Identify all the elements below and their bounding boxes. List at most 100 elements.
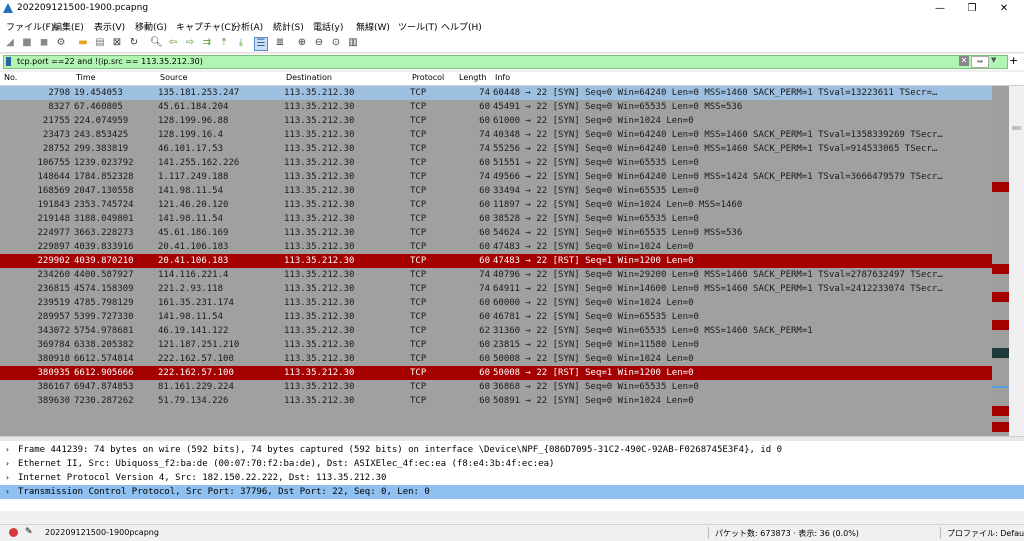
scrollbar-thumb[interactable] xyxy=(1012,126,1021,130)
menu-edit[interactable]: 編集(E) xyxy=(53,20,84,33)
expert-info-icon[interactable] xyxy=(9,528,18,537)
clear-filter-icon[interactable]: ✕ xyxy=(959,56,969,66)
packet-row[interactable]: 369784 6338.205382 121.187.251.210 113.35.2… xyxy=(0,338,992,352)
expand-arrow-icon[interactable]: › xyxy=(5,443,10,457)
packet-row[interactable]: 289957 5399.727330 141.98.11.54 113.35.212.… xyxy=(0,310,992,324)
status-profile[interactable]: プロファイル: Default xyxy=(947,528,1024,539)
detail-text: Ethernet II, Src: Ubiquoss_f2:ba:de (00:… xyxy=(18,459,555,469)
packet-cell-time: 6947.874853 xyxy=(74,382,134,392)
packet-row[interactable]: 389630 7230.287262 51.79.134.226 113.35.212… xyxy=(0,394,992,408)
packet-row[interactable]: 148644 1784.852328 1.117.249.188 113.35.212… xyxy=(0,170,992,184)
restart-capture-icon[interactable]: ◼ xyxy=(38,37,50,49)
menu-wireless[interactable]: 無線(W) xyxy=(356,20,390,33)
detail-row[interactable]: › Frame 441239: 74 bytes on wire (592 bit… xyxy=(0,443,1024,457)
expand-arrow-icon[interactable]: › xyxy=(5,457,10,471)
packet-cell-proto: TCP xyxy=(410,382,427,392)
packet-cell-len: 60 xyxy=(479,186,490,196)
packet-list-scrollbar[interactable] xyxy=(1009,86,1024,436)
menu-view[interactable]: 表示(V) xyxy=(94,20,125,33)
packet-row[interactable]: 229897 4039.833916 20.41.106.183 113.35.212… xyxy=(0,240,992,254)
column-info[interactable]: Info xyxy=(495,73,510,82)
go-to-packet-icon[interactable]: ⇉ xyxy=(201,37,213,49)
zoom-out-icon[interactable]: ⊖ xyxy=(313,37,325,49)
packet-row[interactable]: 8327 67.460805 45.61.184.204 113.35.212.30 T… xyxy=(0,100,992,114)
menu-help[interactable]: ヘルプ(H) xyxy=(441,20,482,33)
display-filter-input[interactable]: tcp.port ==22 and !(ip.src == 113.35.212… xyxy=(3,55,1008,69)
open-file-icon[interactable]: ▬ xyxy=(77,37,89,49)
packet-row[interactable]: 106755 1239.023792 141.255.162.226 113.35.2… xyxy=(0,156,992,170)
column-destination[interactable]: Destination xyxy=(286,73,332,82)
colorize-icon[interactable]: ≣ xyxy=(274,37,286,49)
bookmark-icon[interactable] xyxy=(6,57,11,66)
packet-cell-src: 161.35.231.174 xyxy=(158,298,234,308)
packet-row[interactable]: 239519 4785.798129 161.35.231.174 113.35.21… xyxy=(0,296,992,310)
packet-row[interactable]: 168569 2047.130558 141.98.11.54 113.35.212.… xyxy=(0,184,992,198)
menu-tools[interactable]: ツール(T) xyxy=(398,20,438,33)
packet-cell-proto: TCP xyxy=(410,340,427,350)
packet-row[interactable]: 229902 4039.870210 20.41.106.183 113.35.212… xyxy=(0,254,992,268)
close-button[interactable]: ✕ xyxy=(988,0,1020,17)
horizontal-scrollbar[interactable] xyxy=(0,515,1024,523)
apply-filter-icon[interactable]: ➡ xyxy=(971,56,989,68)
packet-row[interactable]: 28752 299.383819 46.101.17.53 113.35.212.30… xyxy=(0,142,992,156)
start-capture-icon[interactable]: ◢ xyxy=(4,37,16,49)
minimap-mark xyxy=(992,386,1009,388)
capture-options-icon[interactable]: ⚙ xyxy=(55,37,67,49)
minimize-button[interactable]: — xyxy=(924,0,956,17)
column-length[interactable]: Length xyxy=(459,73,487,82)
resize-columns-icon[interactable]: ▥ xyxy=(347,37,359,49)
menu-telephony[interactable]: 電話(y) xyxy=(313,20,343,33)
packet-cell-time: 299.383819 xyxy=(74,144,129,154)
packet-cell-proto: TCP xyxy=(410,256,427,266)
main-toolbar: ◢ ■ ◼ ⚙ ▬ ▤ ⊠ ↻ 🔍︎ ⇦ ⇨ ⇉ ⤒ ⤓ ☰ ≣ ⊕ ⊖ ⊙ ▥ xyxy=(0,34,1024,53)
packet-row[interactable]: 380935 6612.905666 222.162.57.100 113.35.21… xyxy=(0,366,992,380)
packet-cell-len: 74 xyxy=(479,270,490,280)
forward-icon[interactable]: ⇨ xyxy=(184,37,196,49)
reload-icon[interactable]: ↻ xyxy=(128,37,140,49)
first-packet-icon[interactable]: ⤒ xyxy=(218,37,230,49)
close-file-icon[interactable]: ⊠ xyxy=(111,37,123,49)
back-icon[interactable]: ⇦ xyxy=(167,37,179,49)
chevron-down-icon[interactable]: ▼ xyxy=(991,56,996,64)
detail-row[interactable]: › Internet Protocol Version 4, Src: 182.1… xyxy=(0,471,1024,485)
menu-statistics[interactable]: 統計(S) xyxy=(273,20,304,33)
packet-cell-len: 60 xyxy=(479,298,490,308)
capture-comment-icon[interactable]: ✎ xyxy=(25,527,33,537)
detail-row[interactable]: › Transmission Control Protocol, Src Port… xyxy=(0,485,1024,499)
maximize-button[interactable]: ❐ xyxy=(956,0,988,17)
menu-capture[interactable]: キャプチャ(C) xyxy=(176,20,234,33)
packet-row[interactable]: 23473 243.853425 128.199.16.4 113.35.212.30… xyxy=(0,128,992,142)
packet-cell-info: 60000 → 22 [SYN] Seq=0 Win=1024 Len=0 xyxy=(493,298,694,308)
find-icon[interactable]: 🔍︎ xyxy=(150,37,163,49)
packet-cell-no: 239519 xyxy=(37,298,70,308)
normal-size-icon[interactable]: ⊙ xyxy=(330,37,342,49)
packet-row[interactable]: 224977 3663.228273 45.61.186.169 113.35.212… xyxy=(0,226,992,240)
packet-row[interactable]: 380918 6612.574814 222.162.57.100 113.35.21… xyxy=(0,352,992,366)
packet-row[interactable]: 2798 19.454053 135.181.253.247 113.35.212.3… xyxy=(0,86,992,100)
expand-arrow-icon[interactable]: › xyxy=(5,471,10,485)
zoom-in-icon[interactable]: ⊕ xyxy=(296,37,308,49)
save-file-icon[interactable]: ▤ xyxy=(94,37,106,49)
packet-row[interactable]: 219148 3188.049801 141.98.11.54 113.35.212.… xyxy=(0,212,992,226)
column-time[interactable]: Time xyxy=(76,73,96,82)
stop-capture-icon[interactable]: ■ xyxy=(21,37,33,49)
menu-go[interactable]: 移動(G) xyxy=(135,20,167,33)
menu-analyze[interactable]: 分析(A) xyxy=(232,20,263,33)
last-packet-icon[interactable]: ⤓ xyxy=(235,37,247,49)
packet-row[interactable]: 386167 6947.874853 81.161.229.224 113.35.21… xyxy=(0,380,992,394)
column-protocol[interactable]: Protocol xyxy=(412,73,444,82)
packet-row[interactable]: 21755 224.074959 128.199.96.88 113.35.212.3… xyxy=(0,114,992,128)
column-source[interactable]: Source xyxy=(160,73,187,82)
menu-file[interactable]: ファイル(F) xyxy=(6,20,54,33)
packet-minimap[interactable] xyxy=(992,86,1009,436)
expand-arrow-icon[interactable]: › xyxy=(5,485,10,499)
packet-row[interactable]: 234260 4400.587927 114.116.221.4 113.35.212… xyxy=(0,268,992,282)
autoscroll-icon[interactable]: ☰ xyxy=(254,37,268,51)
packet-row[interactable]: 191843 2353.745724 121.46.20.120 113.35.212… xyxy=(0,198,992,212)
column-no[interactable]: No. xyxy=(4,73,17,82)
add-filter-button[interactable]: + xyxy=(1009,54,1018,68)
packet-cell-dst: 113.35.212.30 xyxy=(284,354,355,364)
detail-row[interactable]: › Ethernet II, Src: Ubiquoss_f2:ba:de (00… xyxy=(0,457,1024,471)
packet-row[interactable]: 236815 4574.158309 221.2.93.118 113.35.212.… xyxy=(0,282,992,296)
packet-row[interactable]: 343072 5754.978681 46.19.141.122 113.35.212… xyxy=(0,324,992,338)
